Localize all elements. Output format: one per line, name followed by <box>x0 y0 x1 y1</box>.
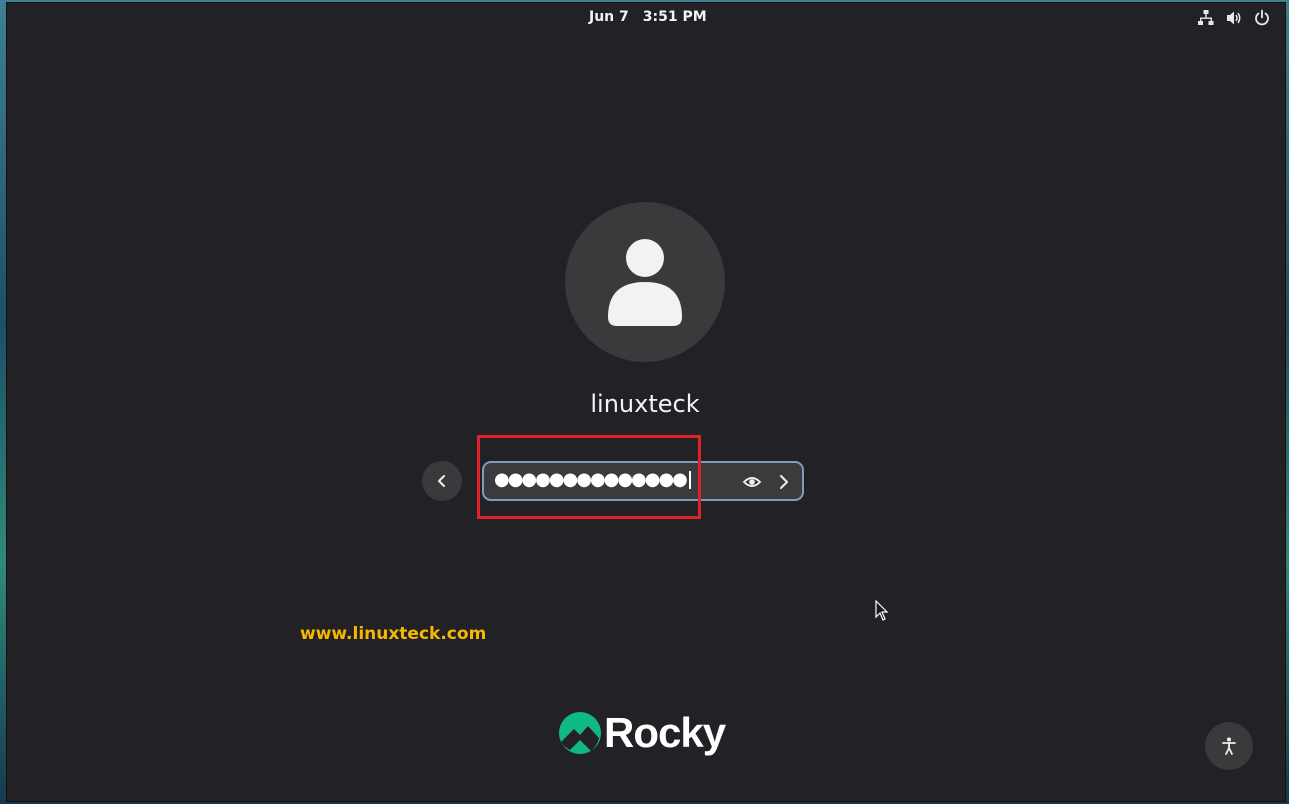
rocky-logo: Rocky <box>558 709 726 757</box>
accessibility-button[interactable] <box>1205 722 1253 770</box>
accessibility-icon <box>1222 737 1236 755</box>
user-avatar <box>565 202 725 362</box>
power-icon[interactable] <box>1253 9 1271 27</box>
annotation-highlight-box <box>477 435 701 519</box>
mouse-pointer-icon <box>875 599 889 622</box>
chevron-right-icon <box>780 475 788 489</box>
login-screen: Jun 7 3:51 PM linuxteck ●●●●●●●●●●●●●● w… <box>6 2 1286 802</box>
network-icon[interactable] <box>1197 9 1215 27</box>
chevron-left-icon <box>438 475 445 487</box>
watermark-text: www.linuxteck.com <box>300 624 487 644</box>
eye-icon <box>742 477 762 487</box>
username-label: linuxteck <box>590 390 700 418</box>
submit-button[interactable] <box>774 472 794 492</box>
system-menu[interactable] <box>1197 9 1271 27</box>
show-password-button[interactable] <box>742 472 762 492</box>
user-avatar-icon <box>608 239 682 326</box>
logo-text: Rocky <box>604 709 726 756</box>
clock-time: 3:51 PM <box>642 9 707 25</box>
rocky-logo-icon <box>559 712 601 754</box>
clock-date: Jun 7 <box>589 9 629 25</box>
clock[interactable]: Jun 7 3:51 PM <box>589 9 707 25</box>
back-button[interactable] <box>422 461 462 501</box>
volume-icon[interactable] <box>1225 9 1243 27</box>
top-bar: Jun 7 3:51 PM <box>7 3 1285 33</box>
